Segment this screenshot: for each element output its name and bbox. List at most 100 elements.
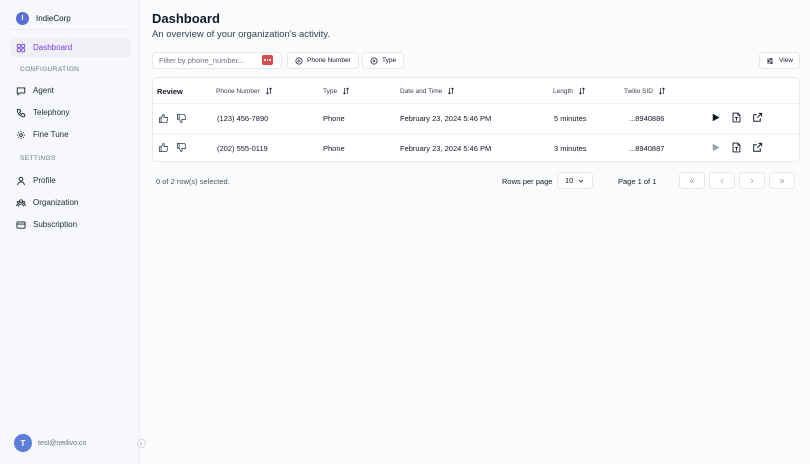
chevrons-left-icon [689,178,695,183]
chip-label: Phone Number [307,57,351,64]
phone-icon [16,108,26,117]
view-options-button[interactable]: View [759,52,800,69]
grid-icon [16,43,26,52]
chevron-left-icon [140,441,143,446]
sidebar-item-label: Dashboard [33,43,73,52]
thumbs-up-button[interactable] [158,142,169,153]
rows-per-page-label: Rows per page [502,177,553,186]
play-recording-button[interactable] [710,112,721,123]
plus-circle-icon [295,56,303,65]
column-label: Date and Time [400,87,443,95]
row-divider [153,133,799,134]
thumbs-down-icon [176,142,187,153]
sidebar-item-label: Subscription [33,220,78,229]
sidebar-item-profile[interactable]: Profile [10,171,131,190]
plus-circle-icon [370,56,378,65]
transcript-button[interactable] [731,142,742,153]
cell-twilio-sid: ...8940886 [629,113,665,123]
transcript-button[interactable] [731,112,742,123]
sort-icon [578,87,585,95]
sort-icon [448,87,455,95]
chevrons-right-icon [779,178,785,183]
cell-type: Phone [323,143,345,153]
sidebar-item-telephony[interactable]: Telephony [10,103,131,122]
column-header-type[interactable]: Type [323,86,350,96]
sidebar-divider [10,29,129,30]
external-link-icon [753,112,763,122]
section-settings: SETTINGS [20,155,56,162]
user-icon [17,176,25,185]
chevron-down-icon [578,179,584,183]
sidebar-item-fine-tune[interactable]: Fine Tune [10,125,131,144]
gear-icon [16,130,26,139]
sliders-icon [767,57,773,64]
open-external-button[interactable] [752,142,763,153]
cell-type: Phone [323,113,345,123]
play-icon [712,143,720,152]
column-header-date-time[interactable]: Date and Time [400,86,455,96]
cell-phone: (123) 456-7890 [217,113,269,123]
page-indicator: Page 1 of 1 [618,177,657,186]
file-text-icon [732,142,741,153]
thumbs-down-button[interactable] [176,113,187,124]
column-label: Review [157,86,183,96]
rows-per-page-select[interactable]: 10 [557,172,593,189]
thumbs-up-icon [158,113,169,124]
cell-twilio-sid: ...8940887 [629,143,665,153]
file-text-icon [732,112,741,123]
header-divider [153,103,799,104]
view-label: View [779,57,793,64]
sidebar-item-dashboard[interactable]: Dashboard [10,38,131,57]
collapse-sidebar-button[interactable] [137,439,146,448]
sort-icon [343,87,350,95]
cell-datetime: February 23, 2024 5:46 PM [400,143,492,153]
user-email: test@nedivo.co [38,439,87,447]
thumbs-up-button[interactable] [158,113,169,124]
first-page-button[interactable] [679,172,705,189]
org-switcher[interactable]: I IndieCorp [16,10,71,26]
chevron-right-icon [750,178,754,183]
sidebar-item-subscription[interactable]: Subscription [10,215,131,234]
sidebar-item-organization[interactable]: Organization [10,193,131,212]
sidebar-item-label: Fine Tune [33,130,69,139]
sidebar-item-agent[interactable]: Agent [10,81,131,100]
sidebar-item-label: Organization [33,198,79,207]
thumbs-down-button[interactable] [176,142,187,153]
previous-page-button[interactable] [709,172,735,189]
cell-length: 3 minutes [554,143,587,153]
chip-label: Type [382,57,397,64]
play-recording-button[interactable] [710,142,721,153]
section-configuration: CONFIGURATION [20,66,80,73]
column-label: Twilio SID [624,87,653,95]
page-subtitle: An overview of your organization's activ… [152,29,330,40]
column-header-review: Review [157,86,183,96]
rows-per-page-value: 10 [565,176,574,185]
sort-icon [658,87,665,95]
filter-chip-type[interactable]: Type [362,52,405,69]
external-link-icon [753,142,763,152]
cell-datetime: February 23, 2024 5:46 PM [400,113,492,123]
user-menu[interactable]: T test@nedivo.co [14,434,86,452]
chevron-left-icon [720,178,724,183]
organization-icon [16,198,26,206]
sidebar-item-label: Profile [33,176,56,185]
sidebar: I IndieCorp Dashboard CONFIGURATION Agen… [0,0,140,464]
sort-icon [265,87,272,95]
chat-icon [16,86,26,96]
last-page-button[interactable] [769,172,795,189]
filter-options-icon[interactable] [262,55,273,65]
open-external-button[interactable] [752,112,763,123]
sidebar-item-label: Telephony [33,108,70,117]
thumbs-down-icon [176,113,187,124]
org-name: IndieCorp [36,13,71,23]
cell-phone: (202) 555-0119 [217,143,268,153]
column-header-length[interactable]: Length [553,86,586,96]
cell-length: 5 minutes [554,113,587,123]
play-icon [712,113,720,122]
thumbs-up-icon [158,142,169,153]
card-icon [16,220,26,229]
column-header-phone-number[interactable]: Phone Number [216,86,273,96]
column-header-twilio-sid[interactable]: Twilio SID [624,86,666,96]
next-page-button[interactable] [739,172,765,189]
filter-chip-phone-number[interactable]: Phone Number [287,52,359,69]
